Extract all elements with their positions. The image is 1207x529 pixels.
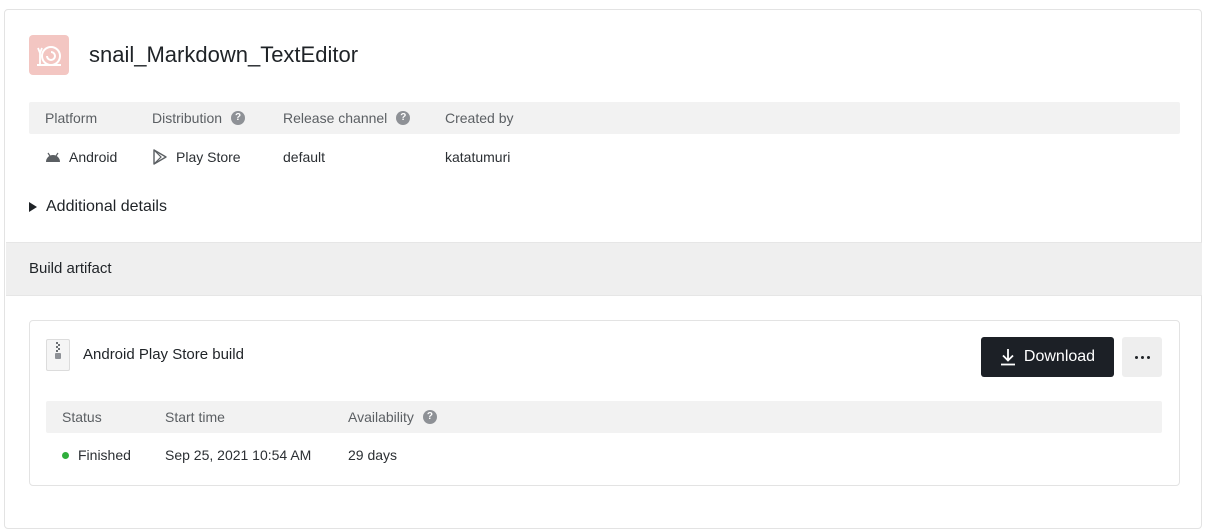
download-button-label: Download (1023, 348, 1096, 365)
status-value: Finished (62, 445, 131, 465)
status-value-text: Finished (78, 447, 131, 463)
zip-file-icon (46, 339, 70, 371)
build-artifact-section-header: Build artifact (6, 242, 1202, 296)
more-dot-icon (1134, 355, 1138, 359)
release-channel-label: Release channel ? (283, 102, 411, 134)
platform-label: Platform (45, 102, 97, 134)
more-options-button[interactable] (1122, 337, 1162, 377)
play-store-icon (153, 149, 167, 165)
download-button[interactable]: Download (981, 337, 1114, 377)
app-header: snail_Markdown_TextEditor (29, 35, 358, 75)
status-label: Status (62, 409, 102, 425)
availability-label: Availability ? (348, 401, 437, 433)
release-channel-label-text: Release channel (283, 110, 388, 126)
platform-value: Android (45, 147, 117, 167)
distribution-label: Distribution ? (152, 102, 246, 134)
start-time-value: Sep 25, 2021 10:54 AM (165, 447, 312, 463)
app-title: snail_Markdown_TextEditor (89, 42, 359, 67)
created-by-label-text: Created by (445, 110, 514, 126)
created-by-value[interactable]: katatumuri (445, 147, 510, 167)
release-channel-value: default (283, 149, 326, 165)
distribution-value-text: Play Store (176, 149, 241, 165)
availability-label-text: Availability (348, 409, 414, 425)
artifact-card: Android Play Store build Download Status… (29, 320, 1180, 486)
availability-value: 29 days (348, 447, 398, 463)
expand-triangle-icon (29, 202, 37, 212)
build-artifact-title: Build artifact (29, 260, 112, 277)
platform-value-text: Android (69, 149, 118, 165)
distribution-value: Play Store (152, 147, 241, 167)
distribution-label-text: Distribution (152, 110, 223, 126)
platform-label-text: Platform (45, 110, 98, 126)
additional-details-label: Additional details (46, 198, 167, 215)
created-by-label: Created by (445, 102, 513, 134)
availability-help-icon[interactable]: ? (422, 410, 437, 424)
snail-icon (29, 35, 69, 75)
download-icon (1000, 349, 1015, 366)
artifact-name: Android Play Store build (83, 346, 244, 363)
release-channel-help-icon[interactable]: ? (396, 111, 411, 125)
more-dot-icon (1146, 355, 1150, 359)
status-dot-icon (62, 451, 69, 459)
more-dot-icon (1140, 355, 1144, 359)
android-icon (46, 152, 60, 162)
start-time-label: Start time (165, 409, 225, 425)
distribution-help-icon[interactable]: ? (231, 111, 246, 125)
additional-details-toggle[interactable]: Additional details (29, 196, 167, 218)
build-details-panel: snail_Markdown_TextEditor Platform Distr… (4, 9, 1202, 529)
